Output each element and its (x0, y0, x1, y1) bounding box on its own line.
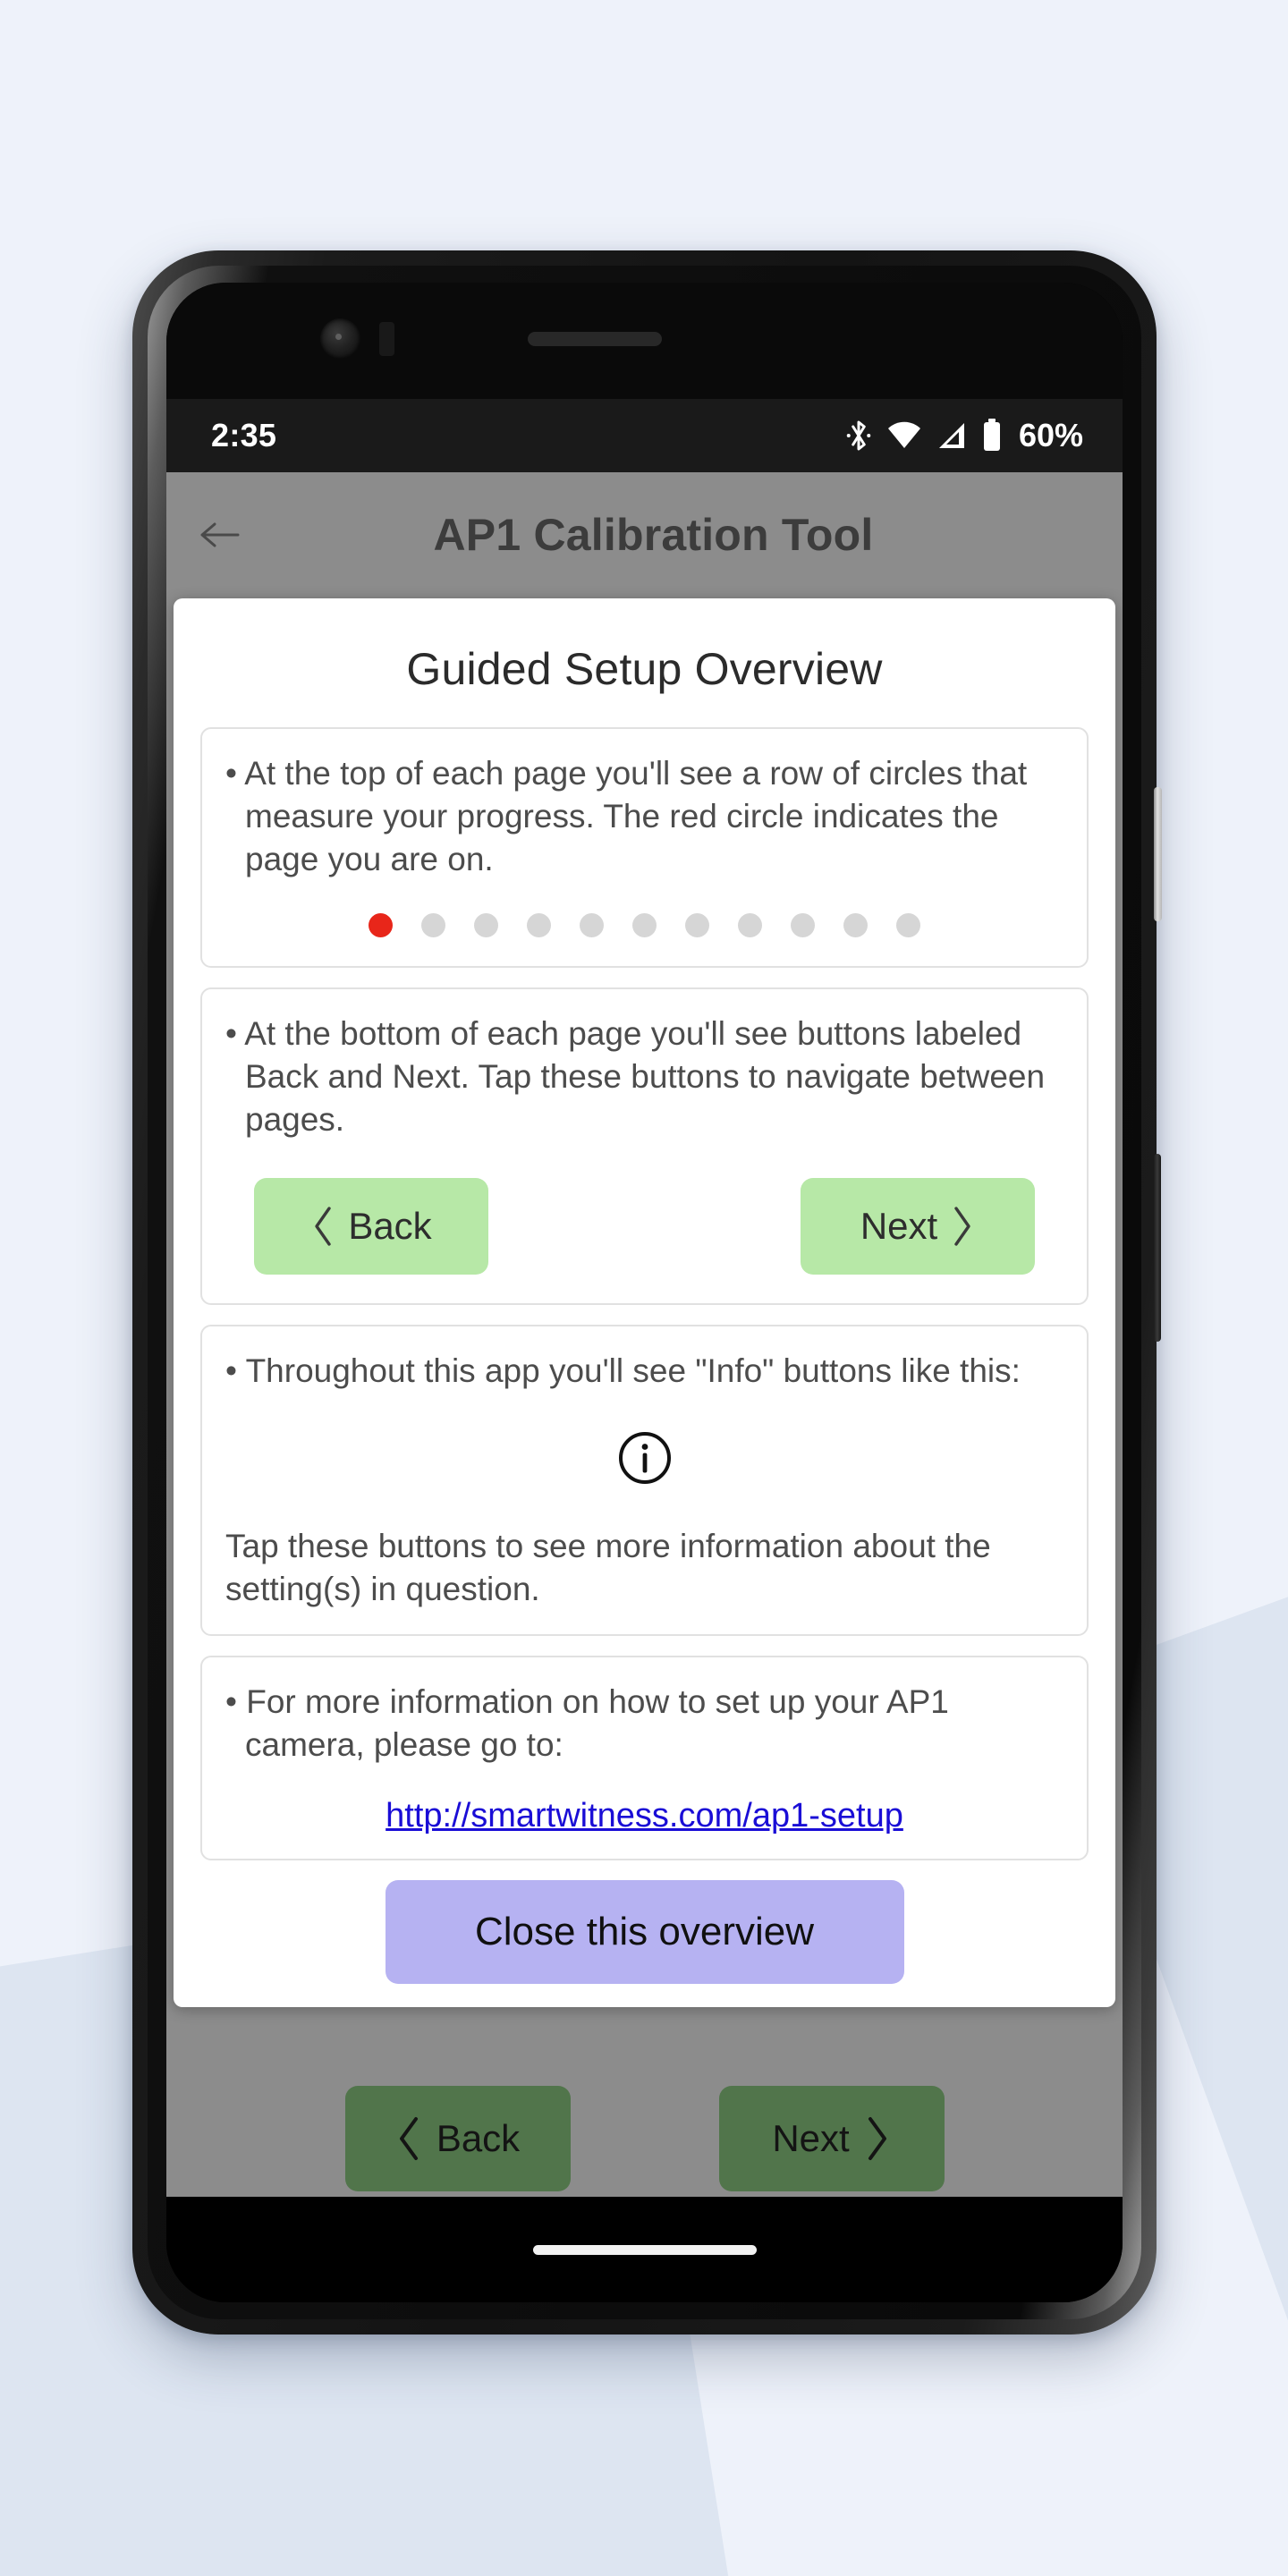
nav-back-button[interactable]: Back (344, 2086, 571, 2191)
power-button[interactable] (1154, 787, 1162, 921)
close-overview-row: Close this overview (174, 1880, 1115, 1985)
bluetooth-icon (845, 418, 872, 453)
overview-card-more-info: • For more information on how to set up … (200, 1655, 1089, 1861)
overview-card-progress-circles: • At the top of each page you'll see a r… (200, 727, 1089, 969)
app-bar: AP1 Calibration Tool (166, 472, 1123, 597)
progress-dot-3[interactable] (474, 913, 498, 938)
card-2-text: • At the bottom of each page you'll see … (225, 1015, 1046, 1139)
nav-next-button[interactable]: Next (718, 2086, 945, 2191)
sample-next-button[interactable]: Next (801, 1177, 1035, 1275)
guided-setup-overview-dialog: Guided Setup Overview • At the top of ea… (174, 598, 1115, 2008)
progress-dot-6[interactable] (632, 913, 657, 938)
wifi-icon (886, 420, 922, 451)
progress-dot-1[interactable] (369, 913, 393, 938)
bottom-navigation-bar: Back Next (166, 2080, 1123, 2197)
chevron-left-icon (315, 1206, 332, 1246)
nav-back-label: Back (436, 2117, 521, 2159)
progress-dot-11[interactable] (896, 913, 920, 938)
phone-device-frame: 2:35 60% AP1 Calibration Tool Back Next … (132, 250, 1162, 2334)
ap1-setup-link[interactable]: http://smartwitness.com/ap1-setup (386, 1797, 903, 1835)
progress-dot-10[interactable] (843, 913, 868, 938)
battery-percent-label: 60% (1018, 417, 1083, 453)
progress-dot-5[interactable] (580, 913, 604, 938)
page-title: AP1 Calibration Tool (433, 510, 874, 560)
info-circle-icon (618, 1431, 671, 1484)
volume-button[interactable] (1154, 1154, 1161, 1342)
sample-nav-buttons: Back Next (225, 1177, 1063, 1275)
phone-screen: 2:35 60% AP1 Calibration Tool Back Next … (166, 283, 1123, 2302)
sample-back-button[interactable]: Back (254, 1177, 488, 1275)
progress-dot-7[interactable] (685, 913, 709, 938)
front-camera-icon (320, 318, 360, 359)
overview-card-info-buttons: • Throughout this app you'll see "Info" … (200, 1324, 1089, 1636)
progress-dot-8[interactable] (738, 913, 762, 938)
nav-next-label: Next (772, 2117, 850, 2159)
status-bar-clock: 2:35 (211, 417, 277, 453)
info-icon-sample (225, 1430, 1063, 1486)
earpiece-speaker (528, 332, 662, 346)
battery-icon (981, 419, 1003, 453)
gesture-navigation-area (166, 2197, 1123, 2302)
close-overview-button[interactable]: Close this overview (385, 1880, 904, 1985)
sample-next-label: Next (860, 1204, 938, 1247)
chevron-right-icon (868, 2117, 886, 2160)
notch-area (166, 283, 1123, 399)
setup-link-row: http://smartwitness.com/ap1-setup (225, 1797, 1063, 1835)
progress-dot-4[interactable] (527, 913, 551, 938)
card-1-text: • At the top of each page you'll see a r… (225, 755, 1028, 878)
card-3-text-top: • Throughout this app you'll see "Info" … (225, 1352, 1021, 1389)
gesture-home-bar[interactable] (532, 2244, 757, 2255)
chevron-right-icon (954, 1206, 970, 1246)
back-navigation-button[interactable] (166, 517, 274, 553)
dialog-title: Guided Setup Overview (406, 644, 883, 694)
progress-dot-9[interactable] (791, 913, 815, 938)
progress-dots (225, 913, 1063, 938)
cellular-signal-icon (936, 420, 967, 451)
proximity-sensor-icon (379, 322, 394, 356)
card-3-text-bottom: Tap these buttons to see more informatio… (225, 1527, 991, 1607)
arrow-left-icon (200, 522, 240, 547)
sample-back-label: Back (348, 1204, 432, 1247)
status-bar: 2:35 60% (166, 399, 1123, 472)
status-bar-icons: 60% (845, 417, 1083, 454)
chevron-left-icon (399, 2117, 418, 2160)
card-4-text: • For more information on how to set up … (225, 1682, 949, 1763)
progress-dot-2[interactable] (421, 913, 445, 938)
overview-card-nav-buttons: • At the bottom of each page you'll see … (200, 987, 1089, 1305)
